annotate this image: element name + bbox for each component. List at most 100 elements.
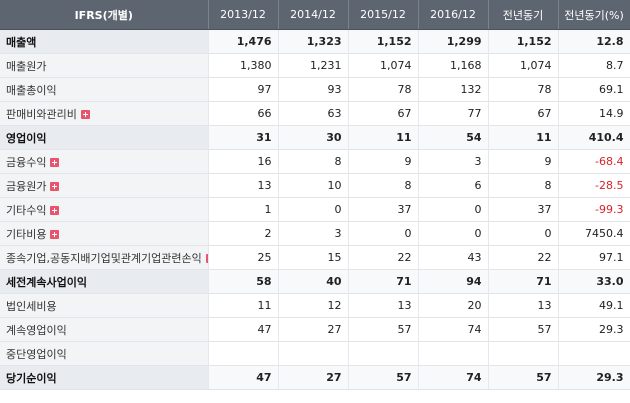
value-cell: 0 [348, 221, 419, 246]
row-label: 매출총이익 [6, 83, 57, 97]
value-cell: -99.3 [558, 197, 630, 222]
table-row: 기타비용 2 3 0 0 0 7450.4 [0, 221, 630, 246]
value-cell: 9 [488, 149, 559, 174]
value-cell: 97 [208, 77, 279, 102]
financial-statement-table: IFRS(개별) 2013/12 2014/12 2015/12 2016/12… [0, 0, 630, 390]
row-label: 매출액 [6, 35, 37, 49]
value-cell: 8 [348, 173, 419, 198]
value-cell: 78 [348, 77, 419, 102]
value-cell: 77 [418, 101, 489, 126]
row-label-cell: 매출액 [0, 29, 209, 54]
value-cell: 47 [208, 365, 279, 390]
table-row: 당기순이익 47 27 57 74 57 29.3 [0, 365, 630, 390]
value-cell: 1,168 [418, 53, 489, 78]
value-cell: 31 [208, 125, 279, 150]
value-cell: 1,231 [278, 53, 349, 78]
value-cell: 13 [348, 293, 419, 318]
value-cell: 14.9 [558, 101, 630, 126]
value-cell: 3 [278, 221, 349, 246]
value-cell: 67 [348, 101, 419, 126]
value-cell: 1,152 [488, 29, 559, 54]
value-cell: 9 [348, 149, 419, 174]
value-cell: 11 [208, 293, 279, 318]
header-ifrs: IFRS(개별) [0, 0, 209, 30]
row-label-cell: 판매비와관리비 [0, 101, 209, 126]
row-label-cell: 중단영업이익 [0, 341, 209, 366]
value-cell: 58 [208, 269, 279, 294]
row-label: 기타수익 [6, 203, 47, 217]
row-label-cell: 기타비용 [0, 221, 209, 246]
table-header: IFRS(개별) 2013/12 2014/12 2015/12 2016/12… [0, 0, 630, 30]
value-cell: 22 [488, 245, 559, 270]
header-2014: 2014/12 [278, 0, 349, 30]
header-prev-period-pct: 전년동기(%) [558, 0, 630, 30]
row-label-cell: 매출원가 [0, 53, 209, 78]
value-cell: 37 [348, 197, 419, 222]
row-label-cell: 금융원가 [0, 173, 209, 198]
value-cell [348, 341, 419, 366]
value-cell: 78 [488, 77, 559, 102]
row-label-cell: 계속영업이익 [0, 317, 209, 342]
value-cell: 16 [208, 149, 279, 174]
header-2015: 2015/12 [348, 0, 419, 30]
table-row: 판매비와관리비 66 63 67 77 67 14.9 [0, 101, 630, 126]
value-cell: 69.1 [558, 77, 630, 102]
table-row: 영업이익 31 30 11 54 11 410.4 [0, 125, 630, 150]
row-label: 당기순이익 [6, 371, 57, 385]
row-label-cell: 매출총이익 [0, 77, 209, 102]
value-cell: 94 [418, 269, 489, 294]
value-cell: 0 [418, 197, 489, 222]
value-cell: -68.4 [558, 149, 630, 174]
value-cell [488, 341, 559, 366]
value-cell: 29.3 [558, 365, 630, 390]
value-cell: 10 [278, 173, 349, 198]
value-cell: 57 [488, 365, 559, 390]
table-row: 계속영업이익 47 27 57 74 57 29.3 [0, 317, 630, 342]
expand-plus-icon[interactable] [50, 229, 60, 239]
value-cell: 8.7 [558, 53, 630, 78]
value-cell: 11 [488, 125, 559, 150]
value-cell: 1,152 [348, 29, 419, 54]
value-cell: 8 [278, 149, 349, 174]
value-cell: 37 [488, 197, 559, 222]
value-cell: 7450.4 [558, 221, 630, 246]
expand-plus-icon[interactable] [50, 157, 60, 167]
value-cell [278, 341, 349, 366]
row-label: 판매비와관리비 [6, 107, 77, 121]
value-cell: 1,380 [208, 53, 279, 78]
value-cell: 93 [278, 77, 349, 102]
value-cell: 63 [278, 101, 349, 126]
row-label-cell: 영업이익 [0, 125, 209, 150]
value-cell: 1,074 [488, 53, 559, 78]
value-cell: 97.1 [558, 245, 630, 270]
header-prev-period: 전년동기 [488, 0, 559, 30]
table-row: 세전계속사업이익 58 40 71 94 71 33.0 [0, 269, 630, 294]
value-cell: 30 [278, 125, 349, 150]
value-cell: 71 [488, 269, 559, 294]
value-cell: 132 [418, 77, 489, 102]
row-label-cell: 당기순이익 [0, 365, 209, 390]
expand-plus-icon[interactable] [80, 109, 90, 119]
row-label: 종속기업,공동지배기업및관계기업관련손익 [6, 251, 202, 265]
value-cell [418, 341, 489, 366]
value-cell: 47 [208, 317, 279, 342]
expand-plus-icon[interactable] [50, 205, 60, 215]
row-label: 기타비용 [6, 227, 47, 241]
row-label-cell: 금융수익 [0, 149, 209, 174]
row-label-cell: 기타수익 [0, 197, 209, 222]
value-cell: 8 [488, 173, 559, 198]
row-label: 금융수익 [6, 155, 47, 169]
row-label: 중단영업이익 [6, 347, 67, 361]
row-label: 법인세비용 [6, 299, 57, 313]
value-cell: 49.1 [558, 293, 630, 318]
value-cell: 12 [278, 293, 349, 318]
value-cell: 1,476 [208, 29, 279, 54]
row-label: 금융원가 [6, 179, 47, 193]
expand-plus-icon[interactable] [50, 181, 60, 191]
table-row: 종속기업,공동지배기업및관계기업관련손익 25 15 22 43 22 97.1 [0, 245, 630, 270]
table-row: 매출액 1,476 1,323 1,152 1,299 1,152 12.8 [0, 29, 630, 54]
value-cell: 74 [418, 317, 489, 342]
row-label: 영업이익 [6, 131, 47, 145]
value-cell: 33.0 [558, 269, 630, 294]
row-label-cell: 세전계속사업이익 [0, 269, 209, 294]
